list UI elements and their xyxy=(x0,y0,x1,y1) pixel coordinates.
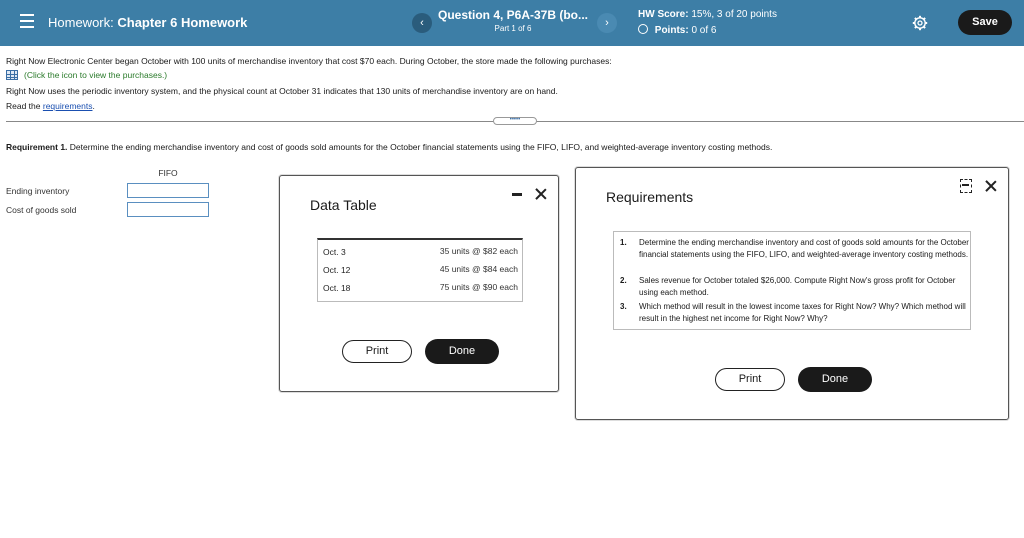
cogs-fifo-input[interactable] xyxy=(127,202,209,217)
item-number: 2. xyxy=(620,276,627,285)
requirements-list: 1. Determine the ending merchandise inve… xyxy=(613,231,971,330)
points: Points: 0 of 6 xyxy=(638,24,716,36)
item-text: Sales revenue for October totaled $26,00… xyxy=(639,276,956,297)
close-icon[interactable] xyxy=(535,188,547,200)
requirement-1-text: Determine the ending merchandise invento… xyxy=(67,142,773,152)
homework-name: Chapter 6 Homework xyxy=(117,15,248,30)
row-value: 75 units @ $90 each xyxy=(439,282,518,292)
table-row: Oct. 3 35 units @ $82 each xyxy=(318,242,522,260)
question-part: Part 1 of 6 xyxy=(494,24,532,33)
hamburger-menu-icon[interactable] xyxy=(20,14,34,28)
read-suffix: . xyxy=(92,101,95,111)
expand-handle[interactable]: ••••• xyxy=(493,117,537,125)
save-button[interactable]: Save xyxy=(958,10,1012,35)
purchases-table: Oct. 3 35 units @ $82 each Oct. 12 45 un… xyxy=(317,238,523,302)
next-question-button[interactable]: › xyxy=(597,13,617,33)
row-value: 35 units @ $82 each xyxy=(439,246,518,256)
hw-score: HW Score: 15%, 3 of 20 points xyxy=(638,9,777,20)
row-date: Oct. 3 xyxy=(323,247,346,257)
requirements-link[interactable]: requirements xyxy=(43,101,93,111)
ending-inventory-label: Ending inventory xyxy=(6,186,70,196)
requirements-modal: Requirements 1. Determine the ending mer… xyxy=(575,167,1009,420)
cogs-label: Cost of goods sold xyxy=(6,205,77,215)
data-table-modal: Data Table Oct. 3 35 units @ $82 each Oc… xyxy=(279,175,559,392)
hw-score-label: HW Score: xyxy=(638,9,689,20)
points-value: 0 of 6 xyxy=(691,25,717,36)
print-button[interactable]: Print xyxy=(715,368,785,391)
minimize-icon[interactable] xyxy=(512,193,522,196)
data-table-title: Data Table xyxy=(310,197,377,213)
table-icon[interactable] xyxy=(6,70,18,80)
homework-label: Homework: xyxy=(48,15,114,30)
read-prefix: Read the xyxy=(6,101,43,111)
item-number: 1. xyxy=(620,238,627,247)
done-button[interactable]: Done xyxy=(798,367,872,392)
row-date: Oct. 18 xyxy=(323,283,351,293)
read-requirements-line: Read the requirements. xyxy=(6,101,95,111)
close-icon[interactable] xyxy=(985,180,997,192)
item-text: Which method will result in the lowest i… xyxy=(639,302,966,323)
points-circle-icon xyxy=(638,24,648,34)
table-row: Oct. 18 75 units @ $90 each xyxy=(318,278,522,296)
homework-title: Homework: Chapter 6 Homework xyxy=(48,15,247,30)
restore-icon[interactable] xyxy=(960,179,972,193)
requirement-1-prompt: Requirement 1. Determine the ending merc… xyxy=(6,142,772,152)
item-number: 3. xyxy=(620,302,627,311)
table-row: Oct. 12 45 units @ $84 each xyxy=(318,260,522,278)
row-date: Oct. 12 xyxy=(323,265,351,275)
fifo-column-header: FIFO xyxy=(158,168,178,178)
requirements-title: Requirements xyxy=(606,189,694,205)
requirement-1-label: Requirement 1. xyxy=(6,142,68,152)
problem-line-3: Right Now uses the periodic inventory sy… xyxy=(6,86,558,96)
question-title[interactable]: Question 4, P6A-37B (bo... xyxy=(430,8,596,22)
problem-line-1: Right Now Electronic Center began Octobe… xyxy=(6,56,612,66)
header-bar: Homework: Chapter 6 Homework ‹ Question … xyxy=(0,0,1024,46)
done-button[interactable]: Done xyxy=(425,339,499,364)
previous-question-button[interactable]: ‹ xyxy=(412,13,432,33)
gear-icon[interactable] xyxy=(912,15,928,31)
hw-score-value: 15%, 3 of 20 points xyxy=(691,9,777,20)
view-purchases-link[interactable]: (Click the icon to view the purchases.) xyxy=(6,70,167,80)
item-text: Determine the ending merchandise invento… xyxy=(639,238,969,259)
points-label: Points: xyxy=(654,25,689,36)
print-button[interactable]: Print xyxy=(342,340,412,363)
click-text[interactable]: (Click the icon to view the purchases.) xyxy=(24,70,167,80)
ending-inventory-fifo-input[interactable] xyxy=(127,183,209,198)
row-value: 45 units @ $84 each xyxy=(439,264,518,274)
